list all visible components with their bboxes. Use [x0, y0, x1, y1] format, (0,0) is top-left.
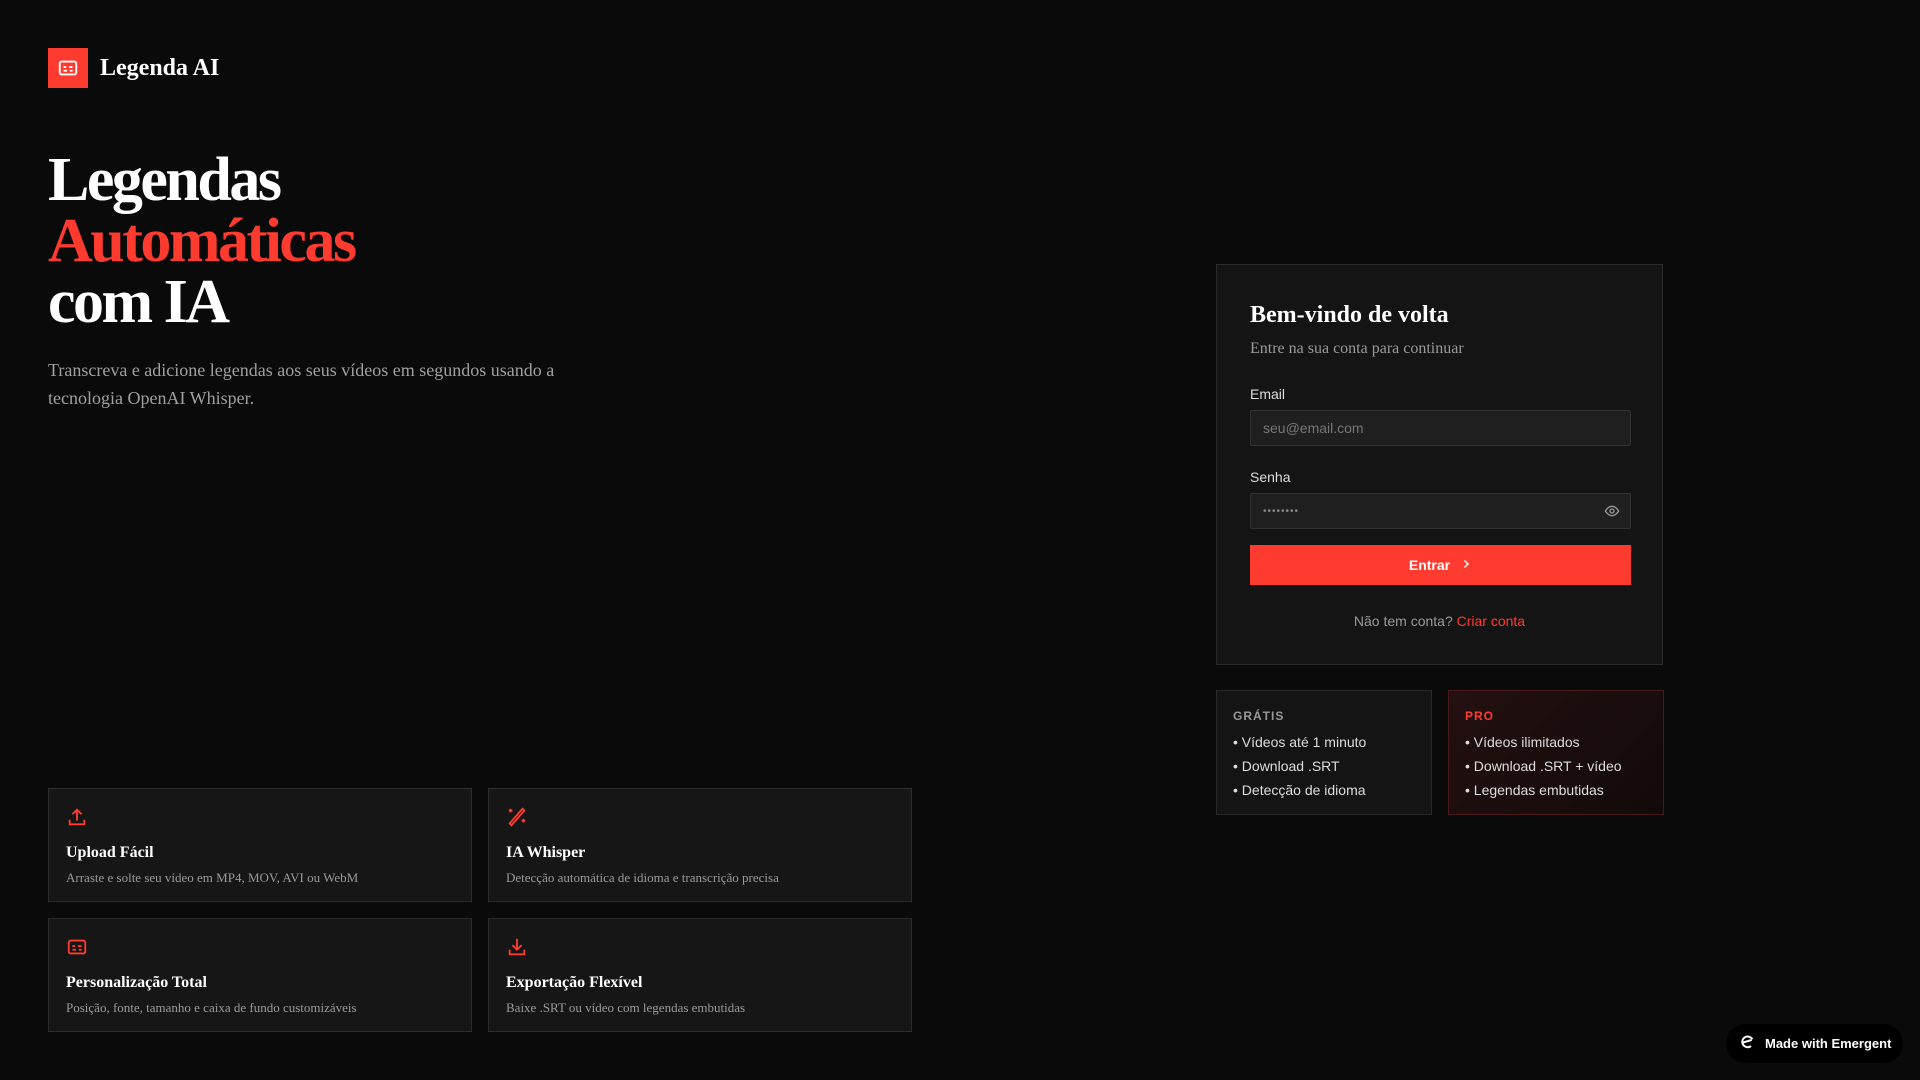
feature-card-customization: Personalização Total Posição, fonte, tam…: [48, 918, 472, 1032]
feature-description: Detecção automática de idioma e transcri…: [506, 870, 779, 885]
plan-feature: • Vídeos ilimitados: [1465, 734, 1580, 750]
password-label: Senha: [1250, 469, 1291, 485]
made-with-emergent-badge[interactable]: Made with Emergent: [1726, 1024, 1903, 1063]
badge-label: Made with Emergent: [1765, 1036, 1892, 1051]
plan-free: GRÁTIS • Vídeos até 1 minuto • Download …: [1216, 690, 1432, 815]
login-subtitle: Entre na sua conta para continuar: [1250, 340, 1464, 357]
login-title: Bem-vindo de volta: [1250, 302, 1449, 328]
plan-feature: • Download .SRT + vídeo: [1465, 758, 1622, 774]
signup-prompt: Não tem conta? Criar conta: [1250, 613, 1629, 629]
feature-description: Posição, fonte, tamanho e caixa de fundo…: [66, 1000, 357, 1015]
feature-title: IA Whisper: [506, 844, 586, 861]
hero-line-2: Automáticas: [48, 207, 357, 275]
plan-name: PRO: [1465, 709, 1495, 723]
feature-title: Personalização Total: [66, 974, 207, 991]
magic-wand-icon: [506, 807, 528, 832]
plan-pro: PRO • Vídeos ilimitados • Download .SRT …: [1448, 690, 1664, 815]
emergent-logo-icon: [1739, 1034, 1755, 1053]
password-input[interactable]: ••••••••: [1250, 493, 1631, 529]
plan-feature: • Vídeos até 1 minuto: [1233, 734, 1367, 750]
feature-card-export: Exportação Flexível Baixe .SRT ou vídeo …: [488, 918, 912, 1032]
feature-title: Upload Fácil: [66, 844, 154, 861]
logo-icon: [48, 48, 88, 88]
plan-feature: • Detecção de idioma: [1233, 782, 1366, 798]
feature-description: Baixe .SRT ou vídeo com legendas embutid…: [506, 1000, 746, 1015]
plan-feature: • Legendas embutidas: [1465, 782, 1604, 798]
hero-title: Legendas Automáticas com IA: [48, 146, 357, 336]
feature-card-upload: Upload Fácil Arraste e solte seu vídeo e…: [48, 788, 472, 902]
brand-name: Legenda AI: [100, 55, 220, 81]
no-account-text: Não tem conta?: [1353, 613, 1453, 629]
hero-line-3: com IA: [48, 268, 230, 336]
feature-card-whisper: IA Whisper Detecção automática de idioma…: [488, 788, 912, 902]
login-button[interactable]: Entrar: [1250, 545, 1631, 585]
login-card: Bem-vindo de volta Entre na sua conta pa…: [1216, 264, 1663, 665]
subtitles-icon: [66, 939, 88, 962]
feature-description: Arraste e solte seu vídeo em MP4, MOV, A…: [66, 870, 359, 885]
download-icon: [506, 938, 528, 962]
email-label: Email: [1250, 386, 1286, 402]
email-input[interactable]: seu@email.com: [1250, 410, 1631, 446]
hero-line-1: Legendas: [48, 146, 282, 214]
feature-title: Exportação Flexível: [506, 974, 643, 991]
plan-name: GRÁTIS: [1233, 709, 1285, 723]
hero-description: Transcreva e adicione legendas aos seus …: [48, 360, 555, 408]
eye-icon[interactable]: [1604, 503, 1620, 522]
create-account-link[interactable]: Criar conta: [1457, 613, 1525, 629]
chevron-right-icon: [1460, 557, 1472, 573]
login-button-label: Entrar: [1408, 557, 1451, 573]
password-value: ••••••••: [1263, 505, 1300, 517]
plan-feature: • Download .SRT: [1233, 758, 1340, 774]
upload-icon: [66, 808, 88, 832]
